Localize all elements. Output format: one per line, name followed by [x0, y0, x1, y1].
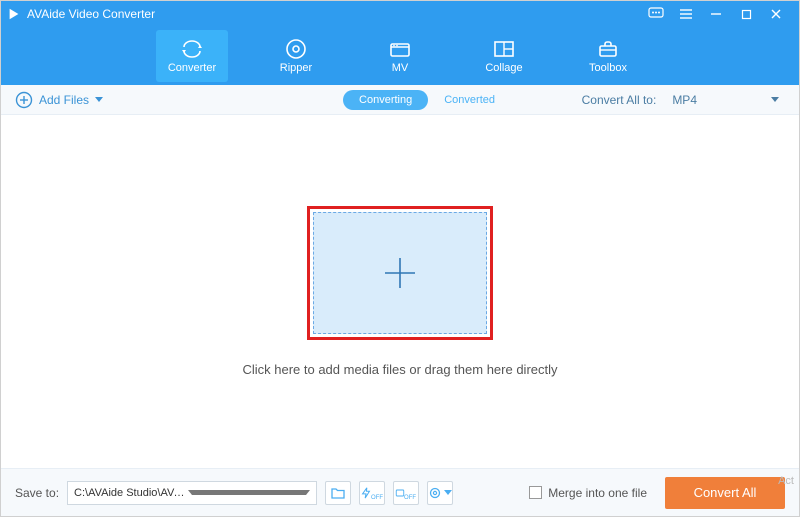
save-to-path-dropdown[interactable]: C:\AVAide Studio\AVAid...eo Converter\Co… — [67, 481, 317, 505]
drop-highlight — [307, 206, 493, 340]
folder-icon — [330, 486, 346, 500]
nav-converter[interactable]: Converter — [156, 30, 228, 82]
chevron-down-icon — [444, 490, 452, 495]
gpu-accel-button[interactable]: OFF — [359, 481, 385, 505]
gear-icon — [428, 486, 442, 500]
menu-icon[interactable] — [671, 1, 701, 27]
save-to-path: C:\AVAide Studio\AVAid...eo Converter\Co… — [74, 487, 188, 499]
open-folder-button[interactable] — [325, 481, 351, 505]
merge-label: Merge into one file — [548, 486, 647, 500]
add-icon — [15, 91, 33, 109]
converter-icon — [180, 38, 204, 60]
nav-mv[interactable]: MV — [364, 30, 436, 82]
tab-converting[interactable]: Converting — [343, 90, 428, 110]
secondary-bar: Add Files Converting Converted Convert A… — [1, 85, 799, 115]
nav-toolbox[interactable]: Toolbox — [572, 30, 644, 82]
chevron-down-icon — [188, 490, 310, 495]
nav-label: Ripper — [280, 62, 312, 74]
collage-icon — [492, 38, 516, 60]
checkbox-icon — [529, 486, 542, 499]
tab-converted[interactable]: Converted — [428, 90, 511, 110]
add-files-label: Add Files — [39, 93, 89, 107]
format-dropdown[interactable]: MP4 — [666, 93, 785, 107]
minimize-button[interactable] — [701, 1, 731, 27]
main-nav: Converter Ripper MV Collage Toolbox — [1, 27, 799, 85]
nav-label: Toolbox — [589, 62, 627, 74]
feedback-icon[interactable] — [641, 1, 671, 27]
mv-icon — [388, 38, 412, 60]
merge-checkbox[interactable]: Merge into one file — [529, 486, 647, 500]
title-bar: AVAide Video Converter — [1, 1, 799, 27]
nav-ripper[interactable]: Ripper — [260, 30, 332, 82]
settings-button[interactable] — [427, 481, 453, 505]
nav-collage[interactable]: Collage — [468, 30, 540, 82]
main-area: Click here to add media files or drag th… — [1, 115, 799, 468]
ripper-icon — [284, 38, 308, 60]
nav-label: Converter — [168, 62, 216, 74]
chevron-down-icon — [771, 97, 779, 102]
toolbox-icon — [596, 38, 620, 60]
convert-all-to-label: Convert All to: — [582, 93, 657, 107]
maximize-button[interactable] — [731, 1, 761, 27]
watermark-text: Act — [778, 475, 794, 487]
bottom-bar: Save to: C:\AVAide Studio\AVAid...eo Con… — [1, 468, 799, 516]
app-title: AVAide Video Converter — [27, 7, 155, 21]
tab-segment: Converting Converted — [343, 90, 511, 110]
format-value: MP4 — [672, 93, 697, 107]
save-to-label: Save to: — [15, 486, 59, 500]
plus-icon — [379, 252, 421, 294]
add-files-button[interactable]: Add Files — [15, 91, 103, 109]
convert-all-to: Convert All to: MP4 — [582, 93, 785, 107]
convert-all-button[interactable]: Convert All — [665, 477, 785, 509]
close-button[interactable] — [761, 1, 791, 27]
nav-label: Collage — [485, 62, 522, 74]
drop-zone[interactable] — [313, 212, 487, 334]
high-speed-button[interactable]: OFF — [393, 481, 419, 505]
app-logo-icon — [7, 7, 21, 21]
nav-label: MV — [392, 62, 409, 74]
drop-text: Click here to add media files or drag th… — [242, 362, 557, 377]
chevron-down-icon — [95, 97, 103, 102]
